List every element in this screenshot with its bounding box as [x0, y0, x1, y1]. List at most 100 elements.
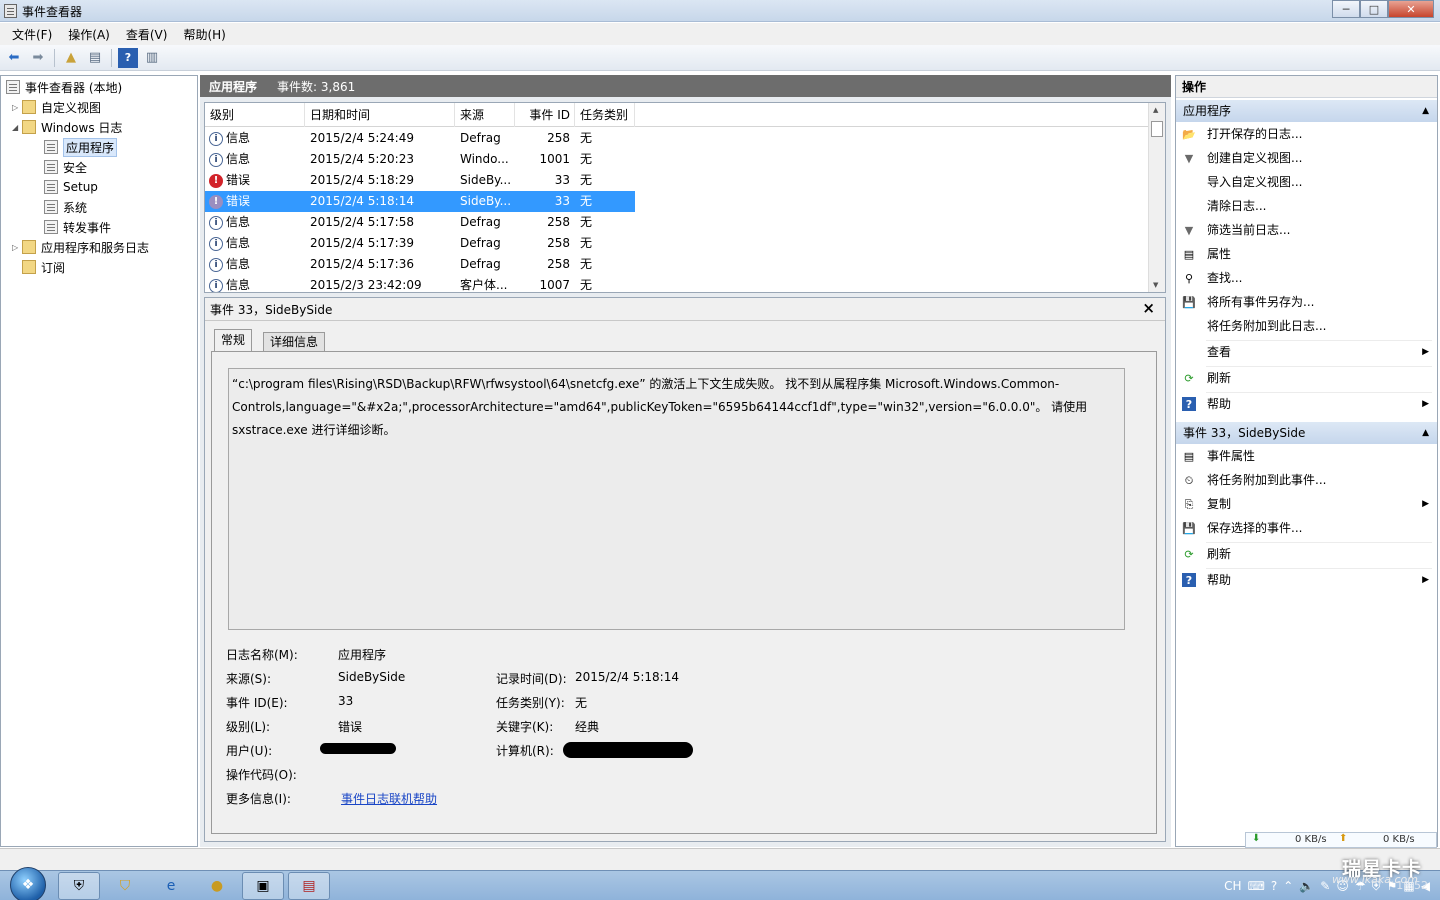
- action-item[interactable]: ? 帮助 ▶: [1176, 393, 1437, 416]
- action-label: 属性: [1207, 247, 1232, 261]
- task-antivirus-icon[interactable]: ⛉: [104, 872, 146, 900]
- tree-item-forwarded[interactable]: 转发事件: [44, 217, 111, 237]
- forward-arrow-icon[interactable]: ➡: [28, 48, 48, 68]
- action-item[interactable]: 💾 将所有事件另存为...: [1176, 291, 1437, 314]
- tree-item-custom-views[interactable]: ▷ 自定义视图: [12, 97, 101, 117]
- table-row[interactable]: ! 错误 2015/2/4 5:18:29 SideBy... 33 无: [205, 170, 635, 191]
- save-icon: 💾: [1182, 295, 1196, 309]
- show-hide-tree-icon[interactable]: ▤: [85, 48, 105, 68]
- action-item[interactable]: ▼ 创建自定义视图...: [1176, 147, 1437, 170]
- minimize-button[interactable]: ─: [1332, 0, 1360, 18]
- close-detail-icon[interactable]: ×: [1142, 299, 1155, 317]
- menu-view[interactable]: 查看(V): [118, 26, 176, 43]
- table-row[interactable]: i 信息 2015/2/4 5:24:49 Defrag 258 无: [205, 128, 635, 149]
- tree-item-system[interactable]: 系统: [44, 197, 87, 217]
- close-button[interactable]: ✕: [1388, 0, 1434, 18]
- grid-scrollbar[interactable]: ▲ ▼: [1148, 103, 1165, 292]
- cell-level: i 信息: [209, 275, 305, 292]
- tree-item-setup[interactable]: Setup: [44, 177, 98, 197]
- column-source[interactable]: 来源: [455, 103, 515, 127]
- action-label: 筛选当前日志...: [1207, 223, 1291, 237]
- action-item[interactable]: ▼ 筛选当前日志...: [1176, 219, 1437, 242]
- tree-item-subscriptions[interactable]: 订阅: [22, 257, 65, 277]
- action-item[interactable]: 将任务附加到此日志...: [1176, 315, 1437, 338]
- action-item[interactable]: ⚲ 查找...: [1176, 267, 1437, 290]
- collapse-up-icon[interactable]: ▲: [1422, 100, 1429, 122]
- action-item[interactable]: 💾 保存选择的事件...: [1176, 517, 1437, 540]
- table-row[interactable]: i 信息 2015/2/4 5:20:23 Windo... 1001 无: [205, 149, 635, 170]
- scroll-down-arrow-icon[interactable]: ▼: [1153, 281, 1158, 289]
- language-indicator[interactable]: CH: [1224, 879, 1241, 893]
- expand-arrow-icon[interactable]: ▷: [12, 243, 22, 252]
- network-speed-widget: ⬇ 0 KB/s ⬆ 0 KB/s: [1245, 832, 1437, 848]
- menu-action[interactable]: 操作(A): [60, 26, 118, 43]
- maximize-button[interactable]: □: [1360, 0, 1388, 18]
- task-event-viewer-icon[interactable]: ▣: [242, 872, 284, 900]
- collapse-arrow-icon[interactable]: ◢: [12, 123, 22, 132]
- expand-arrow-icon[interactable]: ▷: [12, 103, 22, 112]
- tree-item-root[interactable]: 事件查看器 (本地): [6, 77, 122, 97]
- tab-details[interactable]: 详细信息: [263, 332, 326, 351]
- column-level[interactable]: 级别: [205, 103, 305, 127]
- table-row[interactable]: i 信息 2015/2/4 5:17:58 Defrag 258 无: [205, 212, 635, 233]
- task-browser-icon[interactable]: e: [150, 872, 192, 900]
- event-message[interactable]: “c:\program files\Rising\RSD\Backup\RFW\…: [228, 368, 1125, 630]
- table-row[interactable]: i 信息 2015/2/3 23:42:09 客户体... 1007 无: [205, 275, 635, 292]
- scroll-up-arrow-icon[interactable]: ▲: [1153, 106, 1158, 114]
- action-label: 帮助: [1207, 397, 1232, 411]
- action-item[interactable]: 📂 打开保存的日志...: [1176, 123, 1437, 146]
- up-folder-icon[interactable]: ▲: [61, 48, 81, 68]
- tree-item-windows-logs[interactable]: ◢ Windows 日志: [12, 117, 122, 137]
- navigation-tree: 事件查看器 (本地) ▷ 自定义视图 ◢ Windows 日志 应用程序 安全 Se…: [0, 75, 198, 847]
- help-tray-icon[interactable]: ?: [1271, 879, 1277, 893]
- error-icon: !: [209, 194, 223, 209]
- table-row[interactable]: ! 错误 2015/2/4 5:18:14 SideBy... 33 无: [205, 191, 635, 212]
- menu-file[interactable]: 文件(F): [4, 26, 60, 43]
- info-icon: i: [209, 236, 223, 251]
- tray-expand-icon[interactable]: ⌃: [1283, 879, 1293, 893]
- column-datetime[interactable]: 日期和时间: [305, 103, 455, 127]
- menu-help[interactable]: 帮助(H): [175, 26, 233, 43]
- clock[interactable]: 18:52: [1396, 879, 1428, 892]
- log-header: 应用程序 事件数: 3,861: [200, 75, 1171, 97]
- collapse-up-icon[interactable]: ▲: [1422, 422, 1429, 444]
- table-row[interactable]: i 信息 2015/2/4 5:17:39 Defrag 258 无: [205, 233, 635, 254]
- submenu-arrow-icon: ▶: [1422, 399, 1429, 409]
- start-button[interactable]: ❖: [10, 867, 46, 900]
- action-label: 复制: [1207, 497, 1232, 511]
- tool-tray-icon[interactable]: ✎: [1320, 879, 1330, 893]
- open-folder-icon: 📂: [1182, 127, 1196, 141]
- back-arrow-icon[interactable]: ⬅: [4, 48, 24, 68]
- show-hide-action-pane-icon[interactable]: ▥: [142, 48, 162, 68]
- tab-general[interactable]: 常规: [214, 329, 253, 351]
- actions-section-log[interactable]: 应用程序 ▲: [1176, 100, 1437, 122]
- online-help-link[interactable]: 事件日志联机帮助: [341, 790, 437, 807]
- task-security-icon[interactable]: ⛨: [58, 872, 100, 900]
- level-text: 错误: [226, 194, 251, 208]
- table-row[interactable]: i 信息 2015/2/4 5:17:36 Defrag 258 无: [205, 254, 635, 275]
- action-item[interactable]: 导入自定义视图...: [1176, 171, 1437, 194]
- tree-item-security[interactable]: 安全: [44, 157, 87, 177]
- action-item[interactable]: ? 帮助 ▶: [1176, 569, 1437, 592]
- action-item[interactable]: ⎘ 复制 ▶: [1176, 493, 1437, 516]
- volume-icon[interactable]: 🔈: [1299, 879, 1314, 893]
- action-item[interactable]: ⏲ 将任务附加到此事件...: [1176, 469, 1437, 492]
- tree-item-app-service-logs[interactable]: ▷ 应用程序和服务日志: [12, 237, 149, 257]
- column-task-category[interactable]: 任务类别: [575, 103, 635, 127]
- scroll-thumb[interactable]: [1151, 121, 1163, 137]
- tree-item-application[interactable]: 应用程序: [44, 137, 118, 157]
- action-item[interactable]: ▤ 事件属性: [1176, 445, 1437, 468]
- submenu-arrow-icon: ▶: [1422, 499, 1429, 509]
- help-icon[interactable]: ?: [118, 47, 138, 68]
- action-item[interactable]: ⟳ 刷新: [1176, 367, 1437, 390]
- action-item[interactable]: ⟳ 刷新: [1176, 543, 1437, 566]
- action-item[interactable]: 查看 ▶: [1176, 341, 1437, 364]
- task-app-icon[interactable]: ●: [196, 872, 238, 900]
- actions-section-event[interactable]: 事件 33，SideBySide ▲: [1176, 422, 1437, 444]
- action-item[interactable]: ▤ 属性: [1176, 243, 1437, 266]
- keyboard-icon[interactable]: ⌨: [1248, 879, 1265, 893]
- action-item[interactable]: 清除日志...: [1176, 195, 1437, 218]
- column-event-id[interactable]: 事件 ID: [515, 103, 575, 127]
- task-toolbox-icon[interactable]: ▤: [288, 872, 330, 900]
- source-label: 来源(S):: [226, 672, 272, 686]
